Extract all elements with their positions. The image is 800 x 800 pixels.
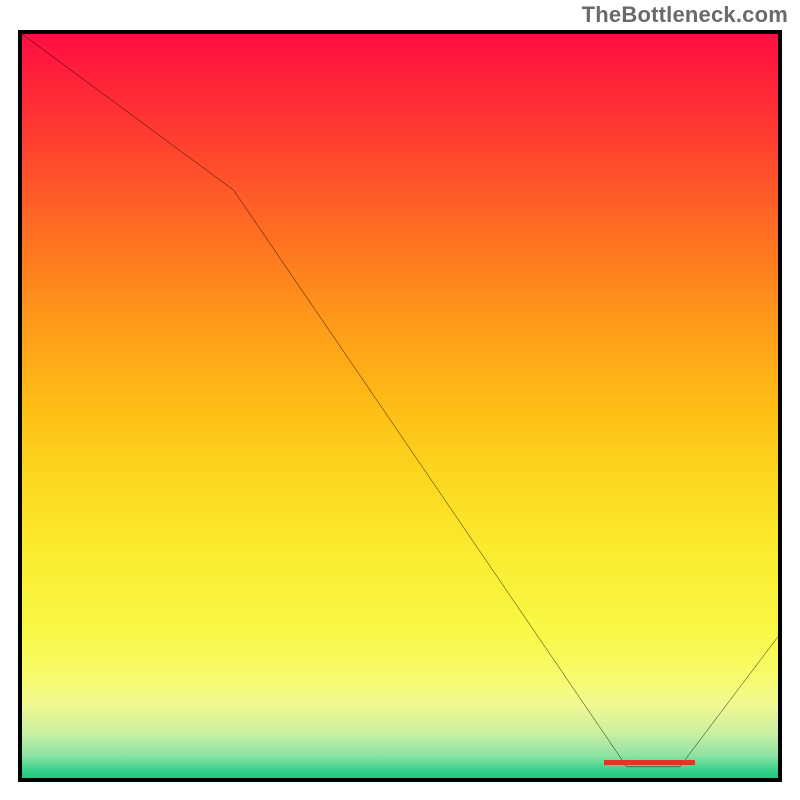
bottleneck-line	[22, 34, 778, 778]
bottleneck-curve-path	[22, 34, 778, 767]
chart-container: TheBottleneck.com	[0, 0, 800, 800]
plot-area	[18, 30, 782, 782]
red-marker-bar	[604, 760, 695, 765]
watermark-label: TheBottleneck.com	[582, 2, 788, 28]
